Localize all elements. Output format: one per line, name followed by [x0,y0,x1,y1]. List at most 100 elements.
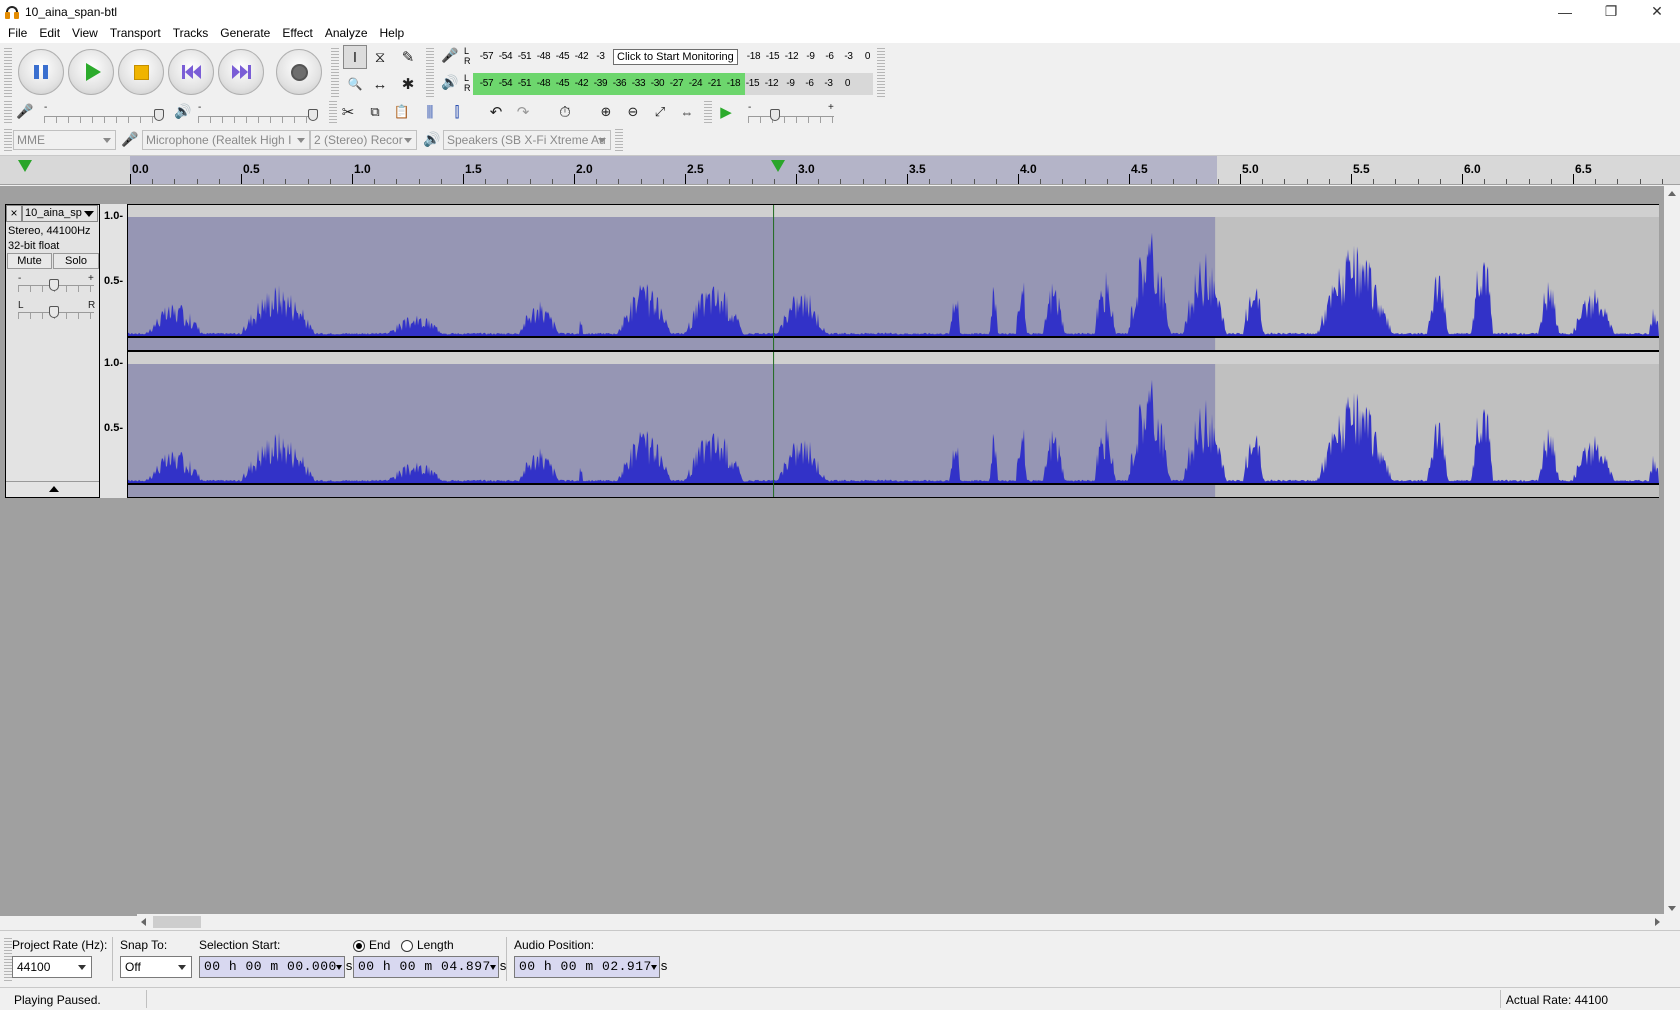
ruler-minor-tick [285,179,287,184]
selection-end-time[interactable]: 00 h 00 m 04.897 s [353,956,507,978]
restore-button[interactable]: ❐ [1588,0,1634,23]
mixer-toolbar-grip[interactable] [4,101,12,123]
skip-to-start-button[interactable] [168,49,214,95]
ruler-minor-tick [618,179,620,184]
paste-button[interactable]: 📋 [390,100,414,124]
ruler-minor-tick [507,179,509,184]
skip-to-end-button[interactable] [218,49,264,95]
tools-toolbar-grip[interactable] [331,47,339,97]
copy-button[interactable]: ⧉ [363,100,387,124]
vertical-ruler-right-channel[interactable]: 1.0- 0.5- [100,351,128,498]
vertical-scrollbar[interactable] [1664,186,1680,916]
time-shift-tool-button[interactable]: ↔ [368,72,392,96]
waveform-right-channel[interactable] [128,351,1659,498]
meter-toolbar-grip[interactable] [426,47,434,97]
record-button[interactable] [276,49,322,95]
horizontal-scroll-thumb[interactable] [153,916,201,928]
menu-view[interactable]: View [66,26,104,40]
draw-tool-button[interactable]: ✎ [396,45,420,69]
menu-effect[interactable]: Effect [276,26,318,40]
ruler-major-tick [241,174,242,184]
ruler-minor-tick [1617,179,1619,184]
play-speed-slider[interactable] [770,109,780,121]
playback-volume-slider[interactable] [308,109,318,121]
scroll-left-icon[interactable] [141,918,146,926]
mute-button[interactable]: Mute [7,253,52,269]
record-volume-slider[interactable] [154,109,164,121]
trim-button[interactable]: ⫼ [418,100,442,124]
menu-analyze[interactable]: Analyze [319,26,374,40]
play-at-speed-toolbar-grip[interactable] [704,101,712,123]
sync-lock-button[interactable]: ⏱ [553,100,577,124]
selection-toolbar: Project Rate (Hz): 44100 Snap To: Off Se… [0,930,1680,987]
redo-button[interactable]: ↷ [511,100,535,124]
output-device-select[interactable]: Speakers (SB X-Fi Xtreme Au [443,130,611,150]
horizontal-scrollbar[interactable] [137,914,1664,930]
speaker-icon[interactable]: 🔊 [441,74,458,91]
snap-to-select[interactable]: Off [120,956,192,978]
menu-tracks[interactable]: Tracks [167,26,215,40]
ruler-label: 2.0 [576,162,593,176]
menu-file[interactable]: File [2,26,33,40]
track-control-panel[interactable]: × 10_aina_sp Stereo, 44100Hz 32-bit floa… [5,204,100,498]
end-radio[interactable] [353,940,365,952]
menu-transport[interactable]: Transport [104,26,167,40]
selection-start-label: Selection Start: [199,938,281,952]
input-channels-select[interactable]: 2 (Stereo) Recor [310,130,417,150]
click-to-start-monitoring-tooltip[interactable]: Click to Start Monitoring [613,49,738,65]
undo-button[interactable]: ↶ [484,100,508,124]
scroll-up-icon[interactable] [1668,191,1676,196]
audio-position-time[interactable]: 00 h 00 m 02.917 s [514,956,668,978]
track-close-button[interactable]: × [6,205,22,222]
pause-button[interactable] [18,49,64,95]
selection-tool-button[interactable]: I [343,45,367,69]
ruler-label: 6.5 [1575,162,1592,176]
selection-start-time[interactable]: 00 h 00 m 00.000 s [199,956,353,978]
input-device-select[interactable]: Microphone (Realtek High I [142,130,310,150]
menu-help[interactable]: Help [374,26,411,40]
undo-icon: ↶ [489,104,503,121]
zoom-in-button[interactable]: ⊕ [594,100,618,124]
pan-slider[interactable] [49,306,59,318]
transport-toolbar-grip[interactable] [4,47,12,97]
project-rate-select[interactable]: 44100 [12,956,92,978]
silence-button[interactable]: ⫿ [445,100,469,124]
waveform-left-channel[interactable] [128,204,1659,351]
gain-slider[interactable] [49,279,59,291]
vertical-ruler-left-channel[interactable]: 1.0- 0.5- [100,204,128,351]
length-radio[interactable] [401,940,413,952]
cut-button[interactable]: ✂ [336,100,360,124]
device-toolbar-grip[interactable] [4,129,12,151]
playback-meter[interactable]: -57 -54 -51 -48 -45 -42 -39 -36 -33 -30 -27 -24 -21-… [473,73,873,95]
play-button[interactable] [68,49,114,95]
fit-project-button[interactable]: ⇔ [675,100,699,124]
record-volume-icon: 🎤 [16,103,34,119]
microphone-icon[interactable]: 🎤 [441,47,458,64]
zoom-out-button[interactable]: ⊖ [621,100,645,124]
timeline-ruler[interactable]: 0.0 0.5 1.0 1.5 2.0 2.5 3.0 3.5 4.0 4.5 5.0 5.5 6.0 6… [0,156,1680,185]
ruler-major-tick [1018,174,1019,184]
audio-host-select[interactable]: MME [13,130,116,150]
track-name-menu-button[interactable]: 10_aina_sp [22,205,98,222]
multi-tool-button[interactable]: ✱ [396,72,420,96]
selection-toolbar-grip[interactable] [4,937,12,981]
scroll-down-icon[interactable] [1668,906,1676,911]
play-at-speed-button[interactable]: ▶ [714,100,738,124]
fit-selection-button[interactable]: ⤢ [648,100,672,124]
stop-button[interactable] [118,49,164,95]
minimize-button[interactable]: — [1542,0,1588,23]
device-toolbar-end-grip[interactable] [615,129,623,151]
meter-toolbar-end-grip[interactable] [877,47,885,97]
zoom-out-icon: ⊖ [627,104,639,119]
playback-position-marker-icon[interactable] [770,160,785,172]
close-button[interactable]: ✕ [1634,0,1680,23]
menu-generate[interactable]: Generate [214,26,276,40]
solo-button[interactable]: Solo [53,253,99,269]
gain-min-label: - [18,273,22,284]
collapse-track-button[interactable] [6,481,99,497]
zoom-tool-button[interactable]: 🔍 [343,72,367,96]
scroll-right-icon[interactable] [1655,918,1660,926]
menu-edit[interactable]: Edit [33,26,66,40]
timeline-options-icon[interactable] [18,160,32,172]
envelope-tool-button[interactable]: ⧖ [368,45,392,69]
